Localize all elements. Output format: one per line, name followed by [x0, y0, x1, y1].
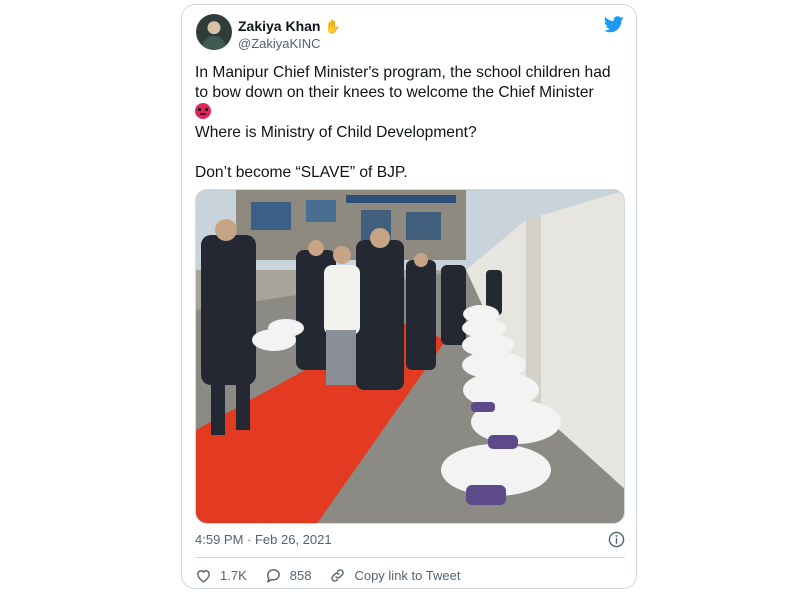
photo-scene	[196, 190, 624, 523]
tweet-text-line: Don’t become “SLAVE” of BJP.	[195, 164, 408, 181]
raised-hand-emoji: ✋	[324, 18, 341, 34]
angry-face-emoji	[195, 103, 211, 119]
author-handle[interactable]: @ZakiyaKINC	[238, 36, 321, 51]
copy-link-button[interactable]: Copy link to Tweet	[329, 567, 460, 584]
like-count: 1.7K	[220, 567, 247, 583]
link-icon	[331, 568, 345, 582]
reply-count: 858	[289, 567, 312, 583]
avatar[interactable]	[196, 14, 232, 50]
reply-button[interactable]: 858	[265, 567, 312, 584]
tweet-photo[interactable]	[195, 189, 625, 524]
reply-bubble-icon	[266, 568, 280, 583]
twitter-bird-icon[interactable]	[604, 16, 624, 33]
tweet-card[interactable]: Zakiya Khan ✋ @ZakiyaKINC In Manipur Chi…	[181, 4, 637, 589]
tweet-actions: 1.7K 858 Copy link to Tweet	[195, 566, 478, 584]
tweet-timestamp-row: 4:59 PM · Feb 26, 2021	[195, 531, 625, 548]
author-row: Zakiya Khan ✋	[238, 18, 341, 34]
tweet-timestamp[interactable]: 4:59 PM · Feb 26, 2021	[195, 532, 332, 547]
tweet-text-line: to bow down on their knees to welcome th…	[195, 84, 594, 101]
tweet-text-line: In Manipur Chief Minister's program, the…	[195, 64, 611, 81]
copy-link-label: Copy link to Tweet	[354, 567, 461, 583]
divider	[195, 557, 625, 558]
like-button[interactable]: 1.7K	[195, 567, 247, 584]
tweet-text-line: Where is Ministry of Child Development?	[195, 124, 477, 141]
author-name[interactable]: Zakiya Khan	[238, 18, 320, 34]
tweet-text: In Manipur Chief Minister's program, the…	[195, 63, 631, 183]
info-icon[interactable]	[608, 531, 625, 548]
heart-icon	[197, 569, 210, 583]
